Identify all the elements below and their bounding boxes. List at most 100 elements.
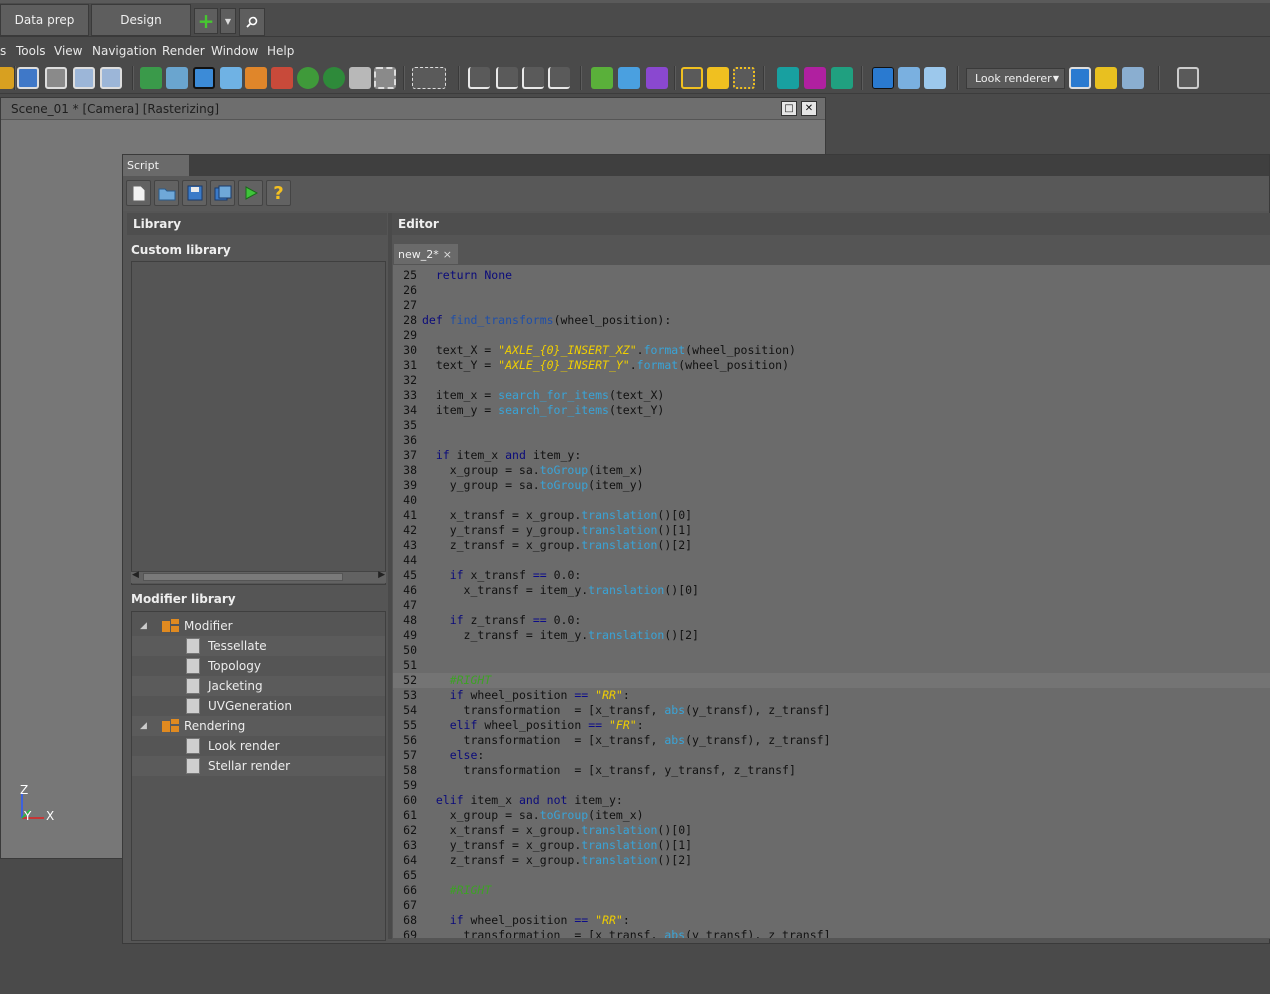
tree-folder-rendering[interactable]: ◢ Rendering (132, 716, 385, 736)
open-script-button[interactable] (154, 180, 179, 206)
xray-view-icon[interactable] (898, 67, 920, 89)
code-line[interactable]: 32 (393, 373, 1270, 388)
horizontal-scrollbar[interactable]: ◀ ▶ (131, 570, 386, 583)
pick-icon[interactable] (220, 67, 242, 89)
solid-icon[interactable] (707, 67, 729, 89)
axis-gizmo-icon[interactable] (468, 67, 490, 89)
code-line[interactable]: 35 (393, 418, 1270, 433)
close-tab-icon[interactable]: × (443, 244, 452, 265)
code-line[interactable]: 66 #RIGHT (393, 883, 1270, 898)
ghost-view-icon[interactable] (924, 67, 946, 89)
code-line[interactable]: 65 (393, 868, 1270, 883)
shaded-view-icon[interactable] (872, 67, 894, 89)
tab-dropdown-button[interactable]: ▼ (220, 8, 236, 34)
axis-rotate-icon[interactable] (496, 67, 518, 89)
tab-design[interactable]: Design (91, 4, 191, 36)
code-line[interactable]: 31 text_Y = "AXLE_{0}_INSERT_Y".format(w… (393, 358, 1270, 373)
tree-item-tessellate[interactable]: Tessellate (132, 636, 385, 656)
code-line[interactable]: 68 if wheel_position == "RR": (393, 913, 1270, 928)
code-line[interactable]: 51 (393, 658, 1270, 673)
add-tab-button[interactable]: + (194, 8, 218, 34)
points-icon[interactable] (733, 67, 755, 89)
tree-item-uvgeneration[interactable]: UVGeneration (132, 696, 385, 716)
editor-tab-new-2[interactable]: new_2* × (394, 244, 458, 264)
menu-item-help[interactable]: Help (267, 44, 294, 58)
code-line[interactable]: 49 z_transf = item_y.translation()[2] (393, 628, 1270, 643)
tab-data-prep[interactable]: Data prep (0, 4, 89, 36)
save-as-button[interactable] (210, 180, 235, 206)
code-line[interactable]: 28 def find_transforms(wheel_position): (393, 313, 1270, 328)
code-line[interactable]: 38 x_group = sa.toGroup(item_x) (393, 463, 1270, 478)
code-line[interactable]: 37 if item_x and item_y: (393, 448, 1270, 463)
tree-item-look-render[interactable]: Look render (132, 736, 385, 756)
code-line[interactable]: 41 x_transf = x_group.translation()[0] (393, 508, 1270, 523)
tree-folder-modifier[interactable]: ◢ Modifier (132, 616, 385, 636)
code-line[interactable]: 58 transformation = [x_transf, y_transf,… (393, 763, 1270, 778)
code-line[interactable]: 43 z_transf = x_group.translation()[2] (393, 538, 1270, 553)
code-line[interactable]: 42 y_transf = y_group.translation()[1] (393, 523, 1270, 538)
selection-mode-dropdown[interactable] (412, 67, 446, 89)
code-line[interactable]: 56 transformation = [x_transf, abs(y_tra… (393, 733, 1270, 748)
code-line[interactable]: 61 x_group = sa.toGroup(item_x) (393, 808, 1270, 823)
render-lights-icon[interactable] (1095, 67, 1117, 89)
code-line[interactable]: 40 (393, 493, 1270, 508)
script-editor-title[interactable]: Script editor (123, 155, 189, 193)
rotate-icon[interactable] (297, 67, 319, 89)
cylinder-teal-icon[interactable] (777, 67, 799, 89)
close-button[interactable]: ✕ (801, 101, 817, 116)
collapse-arrow-icon[interactable]: ◢ (140, 616, 147, 636)
axis-scale-icon[interactable] (522, 67, 544, 89)
code-line[interactable]: 57 else: (393, 748, 1270, 763)
code-line[interactable]: 64 z_transf = x_group.translation()[2] (393, 853, 1270, 868)
help-button[interactable]: ? (266, 180, 291, 206)
code-line[interactable]: 39 y_group = sa.toGroup(item_y) (393, 478, 1270, 493)
maximize-button[interactable]: □ (781, 101, 797, 116)
scroll-thumb[interactable] (143, 573, 343, 581)
search-button[interactable] (239, 8, 265, 36)
code-line[interactable]: 30 text_X = "AXLE_{0}_INSERT_XZ".format(… (393, 343, 1270, 358)
cube-blue-icon[interactable] (618, 67, 640, 89)
camera-icon[interactable] (45, 67, 67, 89)
refresh-icon[interactable] (323, 67, 345, 89)
group-icon[interactable] (245, 67, 267, 89)
zoom-all-icon[interactable] (17, 67, 39, 89)
menu-item-render[interactable]: Render (162, 44, 205, 58)
code-line[interactable]: 54 transformation = [x_transf, abs(y_tra… (393, 703, 1270, 718)
code-line[interactable]: 33 item_x = search_for_items(text_X) (393, 388, 1270, 403)
code-line[interactable]: 25 return None (393, 268, 1270, 283)
collapse-arrow-icon[interactable]: ◢ (140, 716, 147, 736)
grid-icon[interactable] (271, 67, 293, 89)
code-editor[interactable]: 25 return None 26 27 28 def find_transforms(… (393, 264, 1270, 938)
select-tool-icon[interactable] (140, 67, 162, 89)
code-line[interactable]: 44 (393, 553, 1270, 568)
code-line[interactable]: 63 y_transf = x_group.translation()[1] (393, 838, 1270, 853)
tree-item-stellar-render[interactable]: Stellar render (132, 756, 385, 776)
render-camera-icon[interactable] (1069, 67, 1091, 89)
custom-library-list[interactable] (131, 261, 386, 585)
menu-item-s[interactable]: s (0, 44, 6, 58)
code-line[interactable]: 47 (393, 598, 1270, 613)
cube-green-icon[interactable] (591, 67, 613, 89)
scroll-left-icon[interactable]: ◀ (132, 570, 139, 580)
code-line[interactable]: 36 (393, 433, 1270, 448)
renderer-select[interactable]: Look renderer ▼ (966, 68, 1065, 89)
code-line[interactable]: 34 item_y = search_for_items(text_Y) (393, 403, 1270, 418)
code-line[interactable]: 46 x_transf = item_y.translation()[0] (393, 583, 1270, 598)
menu-item-tools[interactable]: Tools (16, 44, 46, 58)
wireframe-icon[interactable] (681, 67, 703, 89)
code-line[interactable]: 60 elif item_x and not item_y: (393, 793, 1270, 808)
code-line[interactable]: 52 #RIGHT (393, 673, 1270, 688)
menu-item-window[interactable]: Window (211, 44, 258, 58)
code-line[interactable]: 59 (393, 778, 1270, 793)
code-line[interactable]: 53 if wheel_position == "RR": (393, 688, 1270, 703)
code-line[interactable]: 26 (393, 283, 1270, 298)
save-script-button[interactable] (182, 180, 207, 206)
cylinder-magenta-icon[interactable] (804, 67, 826, 89)
code-line[interactable]: 29 (393, 328, 1270, 343)
code-line[interactable]: 69 transformation = [x_transf, abs(y_tra… (393, 928, 1270, 938)
box-select-icon[interactable] (193, 67, 215, 89)
show-icon[interactable] (100, 67, 122, 89)
code-line[interactable]: 55 elif wheel_position == "FR": (393, 718, 1270, 733)
axis-snap-icon[interactable] (548, 67, 570, 89)
tree-item-jacketing[interactable]: Jacketing (132, 676, 385, 696)
